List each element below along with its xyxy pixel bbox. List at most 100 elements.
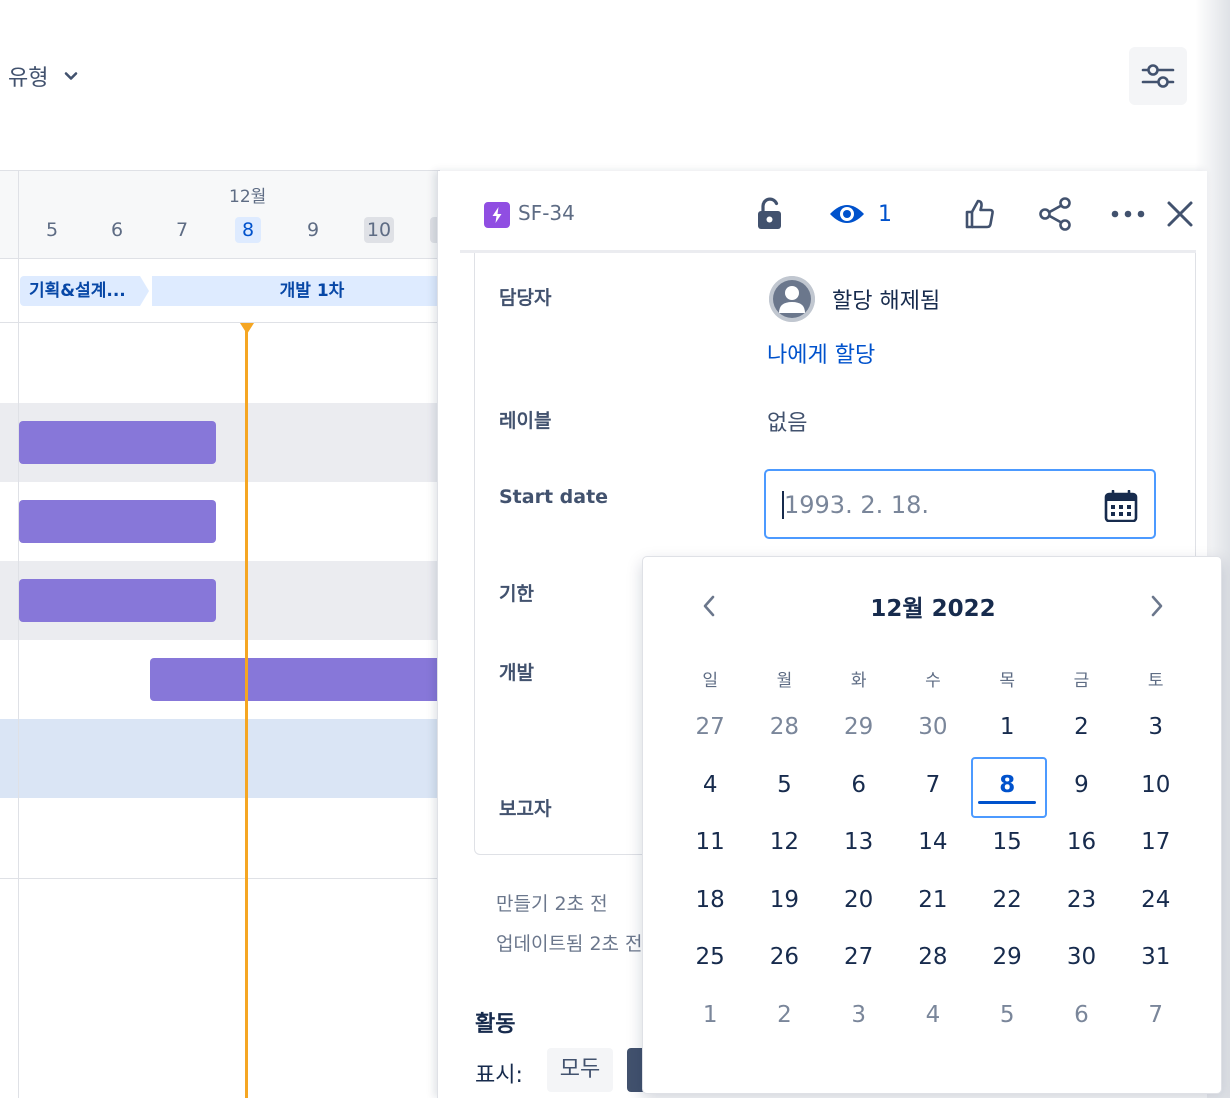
calendar-day[interactable]: 12 bbox=[747, 814, 821, 872]
next-month-button[interactable] bbox=[1141, 590, 1173, 622]
calendar-week-row: 1234567 bbox=[673, 987, 1193, 1045]
created-timestamp: 만들기 2초 전 bbox=[496, 893, 608, 915]
calendar-day[interactable]: 10 bbox=[1119, 757, 1193, 815]
calendar-week-row: 4 5 6 7 8 9 10 bbox=[673, 756, 1193, 817]
calendar-day[interactable]: 4 bbox=[896, 987, 970, 1045]
sprint-planning[interactable]: 기획&설계... bbox=[20, 276, 140, 306]
avatar bbox=[769, 276, 815, 322]
weekday-header: 일월화수목금토 bbox=[673, 663, 1193, 699]
weekday-label: 일 bbox=[702, 671, 718, 691]
calendar-day[interactable]: 30 bbox=[1044, 929, 1118, 987]
close-button[interactable] bbox=[1160, 191, 1200, 237]
calendar-day[interactable]: 6 bbox=[822, 757, 896, 815]
sliders-icon bbox=[1141, 64, 1175, 88]
issue-key-link[interactable]: SF-34 bbox=[518, 201, 575, 225]
more-actions-button[interactable] bbox=[1106, 191, 1150, 237]
calendar-day[interactable]: 19 bbox=[747, 872, 821, 930]
calendar-week-row: 25 26 27 28 29 30 31 bbox=[673, 929, 1193, 987]
issue-bar[interactable] bbox=[19, 500, 216, 543]
calendar-day[interactable]: 21 bbox=[896, 872, 970, 930]
calendar-day[interactable]: 20 bbox=[822, 872, 896, 930]
timeline-row-selected[interactable] bbox=[0, 719, 440, 798]
calendar-day-selected[interactable]: 8 bbox=[970, 756, 1048, 817]
labels-value[interactable]: 없음 bbox=[767, 405, 807, 437]
watch-button[interactable]: 1 bbox=[828, 191, 908, 237]
start-date-input[interactable]: 1993. 2. 18. bbox=[782, 491, 929, 519]
calendar-weeks: 27 28 29 30 1 2 3 4 5 6 7 8 9 10 11 12 13 14 15 16 17 18 19 20 2… bbox=[673, 699, 1193, 1044]
weekday-label: 화 bbox=[850, 671, 867, 691]
calendar-day[interactable]: 2 bbox=[1044, 699, 1118, 757]
vote-button[interactable] bbox=[958, 191, 1002, 237]
sprint-dev-1[interactable]: 개발 1차 bbox=[152, 276, 440, 306]
calendar-day[interactable]: 29 bbox=[970, 929, 1044, 987]
calendar-day[interactable]: 18 bbox=[673, 872, 747, 930]
view-settings-button[interactable] bbox=[1129, 47, 1187, 105]
type-filter-dropdown[interactable]: 유형 bbox=[8, 58, 80, 94]
timeline-day-today: 8 bbox=[235, 217, 261, 243]
calendar-day[interactable]: 9 bbox=[1044, 757, 1118, 815]
thumbs-up-icon bbox=[965, 199, 994, 229]
calendar-day[interactable]: 31 bbox=[1119, 929, 1193, 987]
calendar-day[interactable]: 29 bbox=[822, 699, 896, 757]
calendar-day[interactable]: 16 bbox=[1044, 814, 1118, 872]
updated-timestamp: 업데이트됨 2초 전 bbox=[496, 933, 643, 955]
calendar-day[interactable]: 23 bbox=[1044, 872, 1118, 930]
calendar-day[interactable]: 2 bbox=[747, 987, 821, 1045]
close-icon bbox=[1167, 201, 1193, 227]
calendar-day[interactable]: 5 bbox=[970, 987, 1044, 1045]
calendar-week-row: 11 12 13 14 15 16 17 bbox=[673, 814, 1193, 872]
calendar-day[interactable]: 30 bbox=[896, 699, 970, 757]
today-marker bbox=[240, 323, 254, 334]
chevron-right-icon bbox=[1151, 595, 1163, 617]
assign-to-me-link[interactable]: 나에게 할당 bbox=[767, 337, 875, 369]
calendar-day[interactable]: 7 bbox=[896, 757, 970, 815]
watcher-count: 1 bbox=[878, 201, 892, 227]
calendar-day[interactable]: 7 bbox=[1119, 987, 1193, 1045]
calendar-day[interactable]: 1 bbox=[970, 699, 1044, 757]
calendar-day[interactable]: 28 bbox=[896, 929, 970, 987]
chevron-down-icon bbox=[65, 72, 78, 80]
calendar-day[interactable]: 3 bbox=[822, 987, 896, 1045]
activity-show-label: 표시: bbox=[475, 1063, 523, 1088]
calendar-day[interactable]: 15 bbox=[970, 814, 1044, 872]
weekday-label: 수 bbox=[925, 671, 941, 691]
calendar-icon[interactable] bbox=[1104, 490, 1138, 522]
calendar-day[interactable]: 14 bbox=[896, 814, 970, 872]
calendar-month-title: 12월 2022 bbox=[870, 596, 996, 622]
calendar-day[interactable]: 26 bbox=[747, 929, 821, 987]
assignee-value[interactable]: 할당 해제됨 bbox=[832, 283, 940, 315]
calendar-day[interactable]: 22 bbox=[970, 872, 1044, 930]
calendar-day[interactable]: 5 bbox=[747, 757, 821, 815]
eye-icon bbox=[830, 205, 864, 223]
timeline-day: 9 bbox=[306, 219, 320, 241]
calendar-day[interactable]: 27 bbox=[822, 929, 896, 987]
calendar-day[interactable]: 28 bbox=[747, 699, 821, 757]
row-divider bbox=[0, 878, 440, 879]
issue-bar[interactable] bbox=[19, 579, 216, 622]
share-button[interactable] bbox=[1033, 191, 1077, 237]
calendar-day[interactable]: 6 bbox=[1044, 987, 1118, 1045]
labels-label: 레이블 bbox=[499, 410, 552, 432]
calendar-day[interactable]: 24 bbox=[1119, 872, 1193, 930]
weekday-label: 금 bbox=[1073, 671, 1090, 691]
start-date-field[interactable]: 1993. 2. 18. bbox=[764, 469, 1156, 539]
timeline-divider bbox=[18, 171, 19, 1098]
calendar-day[interactable]: 13 bbox=[822, 814, 896, 872]
calendar-day[interactable]: 3 bbox=[1119, 699, 1193, 757]
calendar-day[interactable]: 11 bbox=[673, 814, 747, 872]
timeline-day: 7 bbox=[175, 219, 189, 241]
development-label: 개발 bbox=[499, 662, 534, 684]
weekday-label: 토 bbox=[1147, 671, 1164, 691]
issue-bar[interactable] bbox=[19, 421, 216, 464]
calendar-day[interactable]: 27 bbox=[673, 699, 747, 757]
subtask-lightning-icon bbox=[484, 202, 510, 228]
timeline-row bbox=[0, 482, 440, 561]
calendar-day[interactable]: 4 bbox=[673, 757, 747, 815]
calendar-day[interactable]: 1 bbox=[673, 987, 747, 1045]
activity-filter-all-button[interactable]: 모두 bbox=[547, 1048, 613, 1092]
restrict-button[interactable] bbox=[750, 191, 790, 237]
calendar-day[interactable]: 17 bbox=[1119, 814, 1193, 872]
issue-bar[interactable] bbox=[150, 658, 440, 701]
top-toolbar: 유형 bbox=[0, 0, 1230, 170]
calendar-day[interactable]: 25 bbox=[673, 929, 747, 987]
